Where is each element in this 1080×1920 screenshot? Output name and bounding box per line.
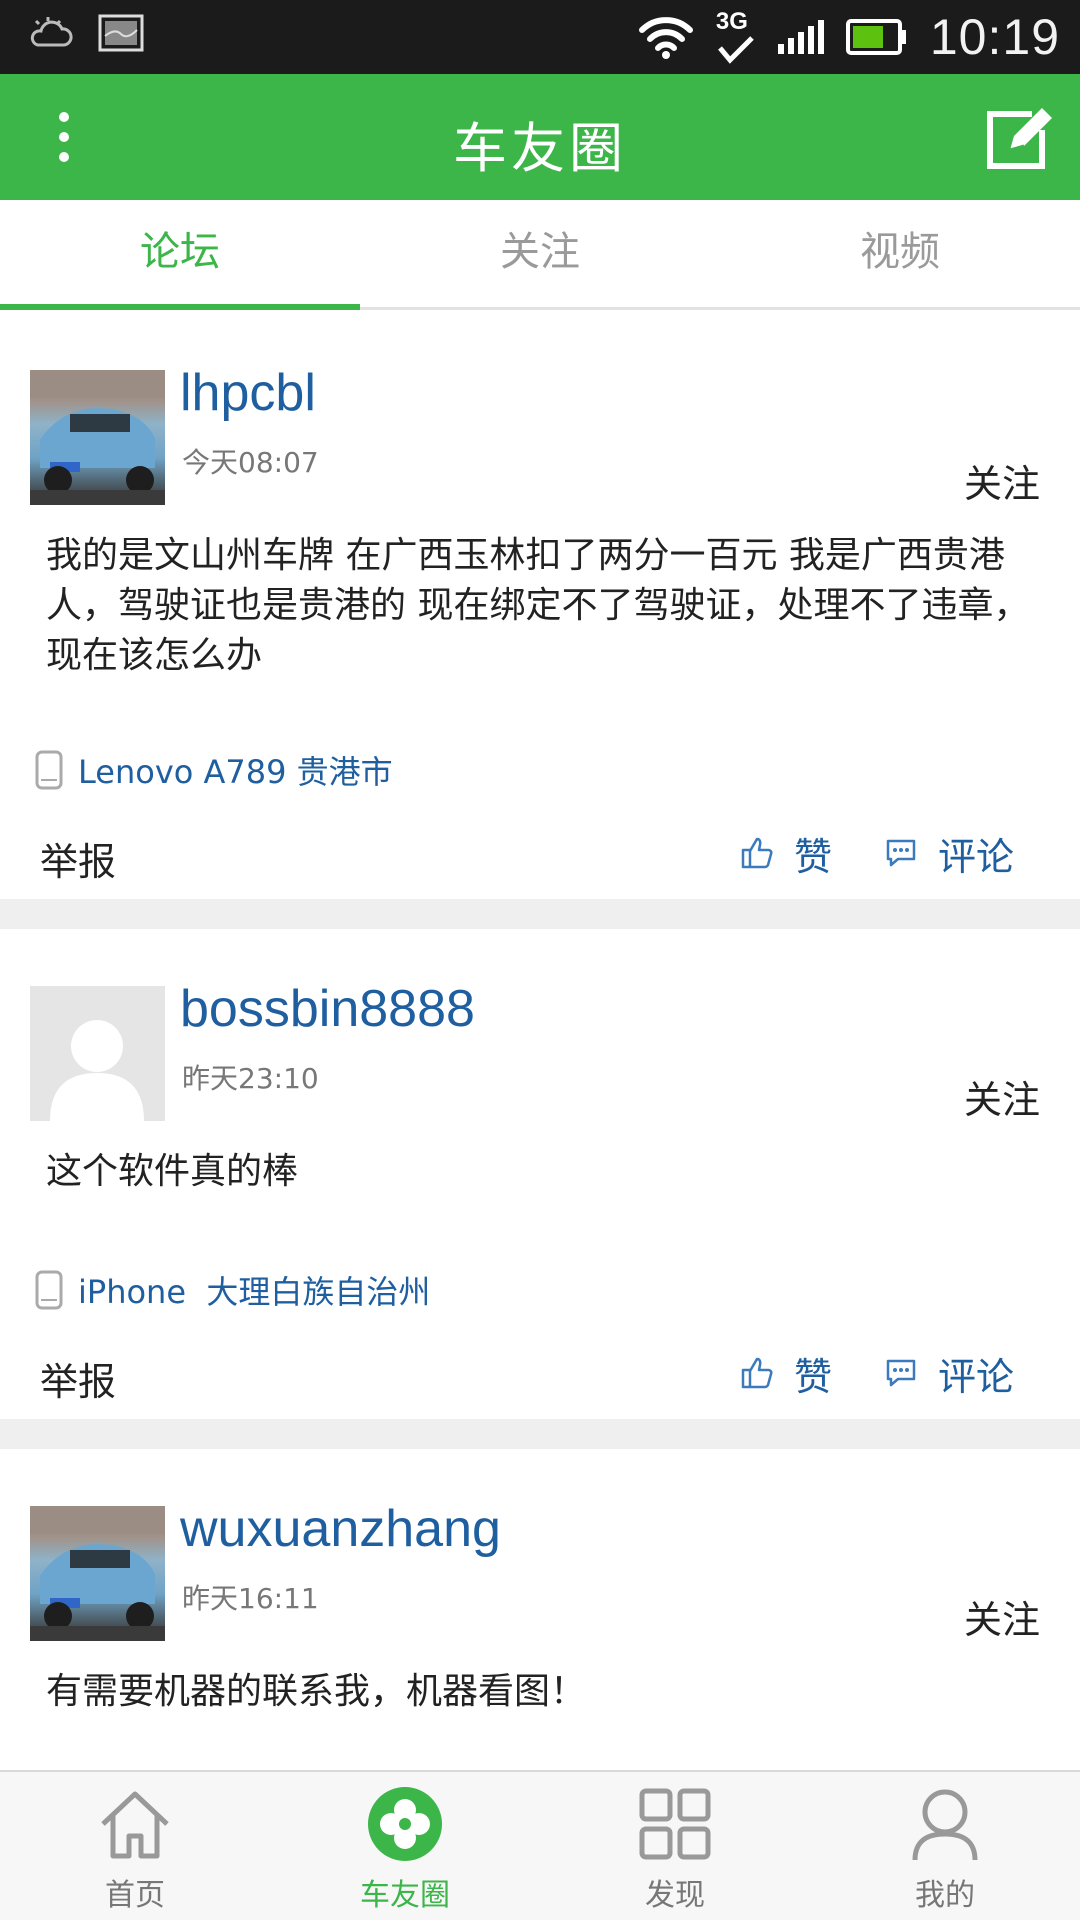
user-icon bbox=[912, 1789, 978, 1861]
grid-icon bbox=[639, 1788, 711, 1860]
device-location: Lenovo A789 贵港市 bbox=[34, 747, 393, 793]
post-actions: 举报 赞 评论 bbox=[0, 1343, 1080, 1406]
follow-button[interactable]: 关注 bbox=[964, 1589, 1040, 1644]
divider bbox=[0, 1419, 1080, 1449]
device-text: iPhone 大理白族自治州 bbox=[78, 1273, 431, 1311]
screenshot-icon bbox=[98, 14, 144, 52]
nav-car-friends[interactable]: 车友圈 bbox=[270, 1772, 540, 1920]
avatar[interactable] bbox=[30, 986, 165, 1121]
clover-icon bbox=[368, 1787, 442, 1861]
username[interactable]: wuxuanzhang bbox=[180, 1499, 501, 1559]
report-button[interactable]: 举报 bbox=[40, 1351, 116, 1406]
app-header: 车友圈 bbox=[0, 74, 1080, 200]
status-bar-left bbox=[28, 14, 144, 52]
avatar[interactable] bbox=[30, 1506, 165, 1641]
thumbs-up-icon bbox=[741, 1357, 773, 1389]
post-time: 昨天16:11 bbox=[182, 1582, 319, 1615]
device-location: iPhone 大理白族自治州 bbox=[34, 1267, 430, 1313]
phone-icon bbox=[35, 750, 63, 790]
nav-label: 我的 bbox=[915, 1878, 975, 1913]
weather-icon bbox=[30, 17, 73, 47]
comment-icon bbox=[886, 839, 916, 867]
like-label: 赞 bbox=[794, 1354, 833, 1399]
post-time: 今天08:07 bbox=[182, 446, 319, 479]
nav-discover[interactable]: 发现 bbox=[540, 1772, 810, 1920]
comment-button[interactable]: 评论 bbox=[884, 1343, 1014, 1403]
post-actions: 举报 赞 评论 bbox=[0, 823, 1080, 886]
follow-button[interactable]: 关注 bbox=[964, 453, 1040, 508]
edit-icon[interactable] bbox=[980, 100, 1054, 174]
3g-icon: 3G bbox=[716, 8, 756, 66]
tab-bar: 论坛 关注 视频 bbox=[0, 200, 1080, 310]
home-icon bbox=[101, 1791, 169, 1859]
comment-label: 评论 bbox=[938, 1354, 1015, 1399]
follow-button[interactable]: 关注 bbox=[964, 1069, 1040, 1124]
bottom-navigation: 首页 车友圈 发现 我的 bbox=[0, 1770, 1080, 1920]
status-bar-right: 3G 10:19 bbox=[638, 6, 1060, 68]
battery-icon bbox=[845, 19, 906, 55]
wifi-icon bbox=[638, 17, 693, 59]
report-button[interactable]: 举报 bbox=[40, 831, 116, 886]
post-content[interactable]: 这个软件真的棒 bbox=[46, 1147, 1044, 1197]
signal-icon bbox=[777, 20, 824, 54]
username[interactable]: bossbin8888 bbox=[180, 979, 475, 1039]
post-card: lhpcbl 今天08:07 关注 我的是文山州车牌 在广西玉林扣了两分一百元 … bbox=[0, 313, 1080, 899]
post-card: wuxuanzhang 昨天16:11 关注 有需要机器的联系我，机器看图！ bbox=[0, 1449, 1080, 1770]
tab-video[interactable]: 视频 bbox=[720, 200, 1080, 307]
thumbs-up-icon bbox=[741, 837, 773, 869]
comment-label: 评论 bbox=[938, 834, 1015, 879]
like-button[interactable]: 赞 bbox=[740, 823, 832, 883]
nav-profile[interactable]: 我的 bbox=[810, 1772, 1080, 1920]
post-feed[interactable]: lhpcbl 今天08:07 关注 我的是文山州车牌 在广西玉林扣了两分一百元 … bbox=[0, 313, 1080, 1770]
nav-label: 首页 bbox=[105, 1878, 165, 1913]
status-bar: 3G 10:19 bbox=[0, 0, 1080, 74]
device-text: Lenovo A789 贵港市 bbox=[78, 753, 393, 791]
comment-icon bbox=[886, 1359, 916, 1387]
phone-icon bbox=[35, 1270, 63, 1310]
like-button[interactable]: 赞 bbox=[740, 1343, 832, 1403]
comment-button[interactable]: 评论 bbox=[884, 823, 1014, 883]
nav-label: 车友圈 bbox=[360, 1878, 450, 1913]
post-content[interactable]: 有需要机器的联系我，机器看图！ bbox=[46, 1667, 1044, 1717]
clock: 10:19 bbox=[929, 9, 1060, 65]
divider bbox=[0, 899, 1080, 929]
post-card: bossbin8888 昨天23:10 关注 这个软件真的棒 iPhone 大理… bbox=[0, 929, 1080, 1419]
like-label: 赞 bbox=[794, 834, 833, 879]
post-content[interactable]: 我的是文山州车牌 在广西玉林扣了两分一百元 我是广西贵港人，驾驶证也是贵港的 现… bbox=[46, 531, 1044, 681]
avatar[interactable] bbox=[30, 370, 165, 505]
tab-forum[interactable]: 论坛 bbox=[0, 200, 360, 310]
username[interactable]: lhpcbl bbox=[180, 363, 316, 423]
nav-label: 发现 bbox=[645, 1878, 705, 1913]
post-time: 昨天23:10 bbox=[182, 1062, 319, 1095]
nav-home[interactable]: 首页 bbox=[0, 1772, 270, 1920]
tab-following[interactable]: 关注 bbox=[360, 200, 720, 307]
page-title: 车友圈 bbox=[453, 117, 627, 180]
